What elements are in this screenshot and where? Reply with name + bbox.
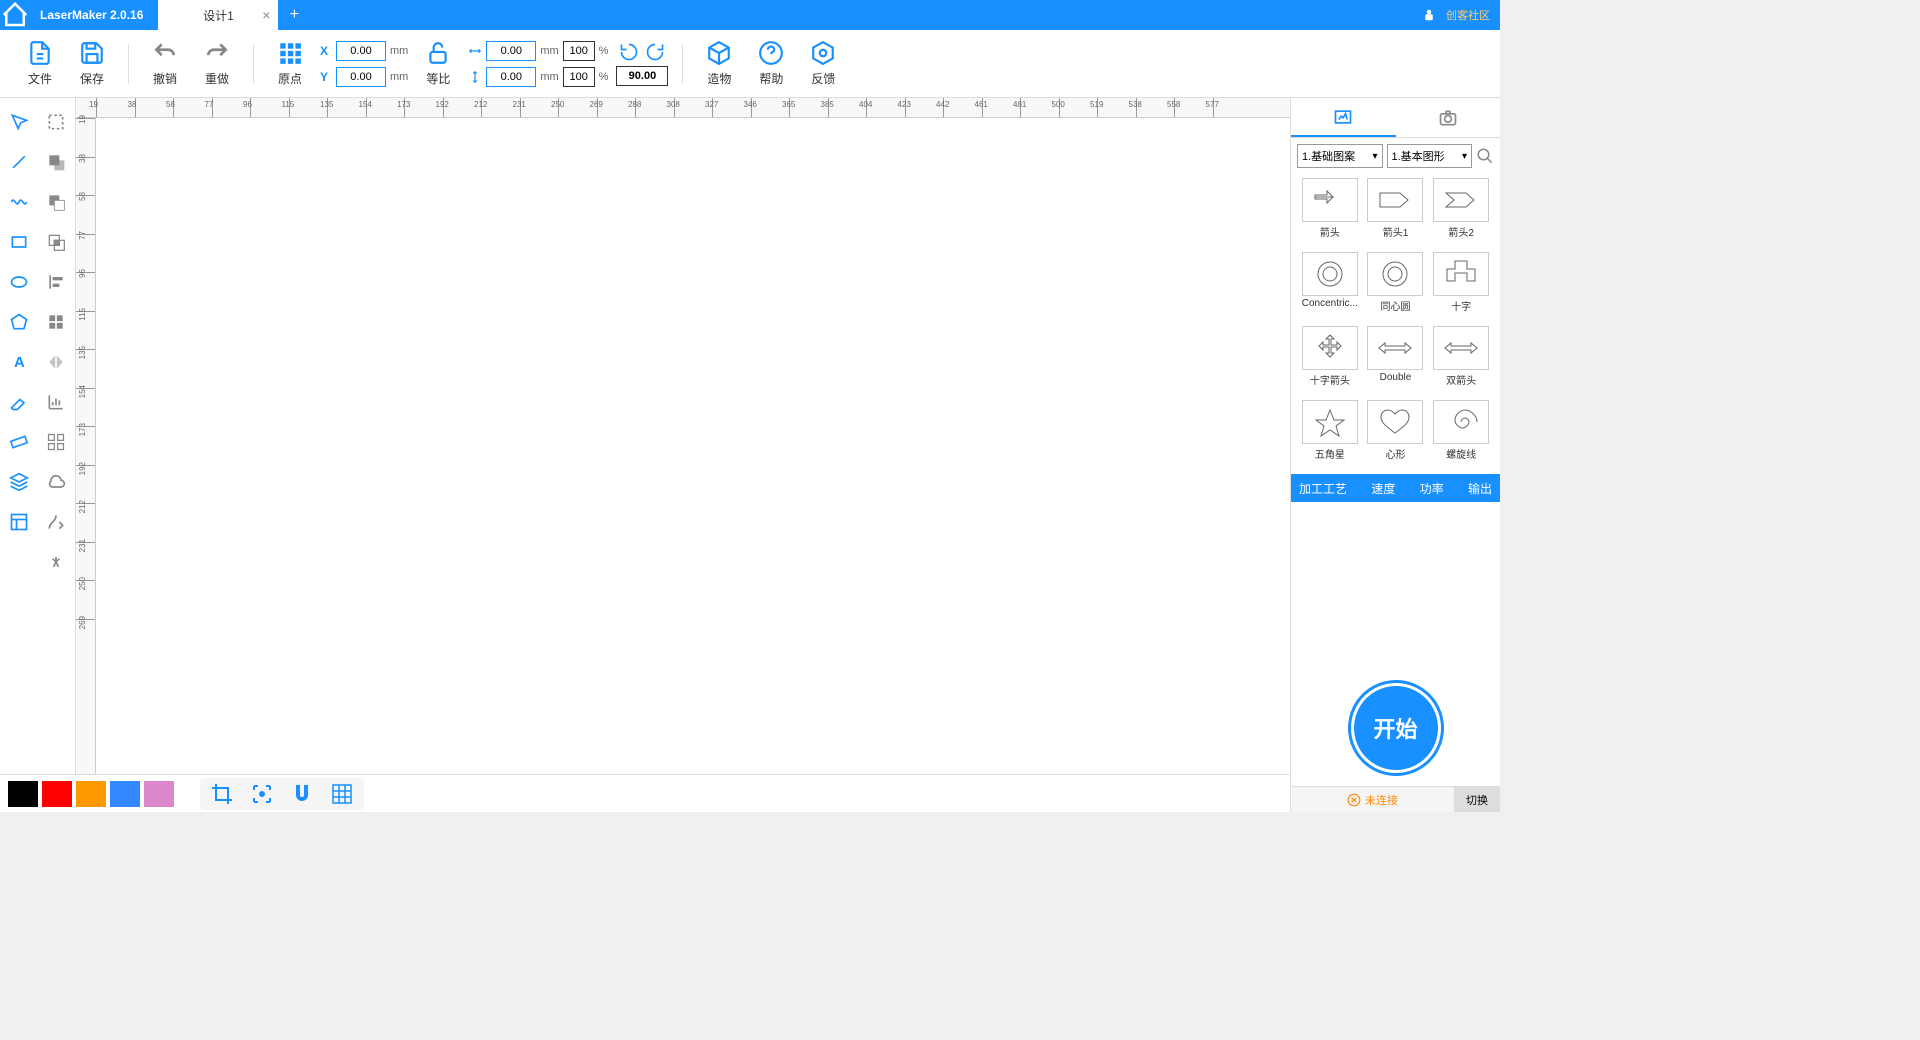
redo-button[interactable]: 重做 xyxy=(195,40,239,87)
layers-tool[interactable] xyxy=(0,462,38,502)
ellipse-tool[interactable] xyxy=(0,262,38,302)
help-button[interactable]: 帮助 xyxy=(749,40,793,87)
color-swatch[interactable] xyxy=(110,781,140,807)
line-tool[interactable] xyxy=(0,142,38,182)
grid-tool[interactable] xyxy=(38,302,76,342)
magnet-tool[interactable] xyxy=(290,782,314,806)
wp-input[interactable] xyxy=(563,41,595,61)
search-icon[interactable] xyxy=(1476,147,1494,165)
color-swatch[interactable] xyxy=(144,781,174,807)
intersect-tool[interactable] xyxy=(38,222,76,262)
shape-五角星[interactable]: 五角星 xyxy=(1299,400,1361,470)
array-tool[interactable] xyxy=(38,422,76,462)
curve-tool[interactable] xyxy=(0,182,38,222)
color-swatch[interactable] xyxy=(42,781,72,807)
shape-同心圆[interactable]: 同心圆 xyxy=(1365,252,1427,322)
shape-箭头2[interactable]: 箭头2 xyxy=(1430,178,1492,248)
layout-tool[interactable] xyxy=(0,502,38,542)
x-input[interactable] xyxy=(336,41,386,61)
close-icon[interactable]: × xyxy=(262,7,270,23)
ratio-button[interactable]: 等比 xyxy=(416,40,460,87)
feedback-button[interactable]: 反馈 xyxy=(801,40,845,87)
rect-tool[interactable] xyxy=(0,222,38,262)
bottom-bar xyxy=(0,774,1290,812)
file-button[interactable]: 文件 xyxy=(18,40,62,87)
rotate-cw-icon[interactable] xyxy=(645,42,665,62)
shape-螺旋线[interactable]: 螺旋线 xyxy=(1430,400,1492,470)
process-area: 开始 未连接 切换 xyxy=(1291,502,1500,812)
ruler-vertical: 1938587796115135154173192212231250269 xyxy=(76,118,96,812)
shape-箭头[interactable]: 箭头 xyxy=(1299,178,1361,248)
shape-心形[interactable]: 心形 xyxy=(1365,400,1427,470)
tab-label: 设计1 xyxy=(203,7,234,24)
shapes-tab[interactable] xyxy=(1291,98,1396,137)
text-tool[interactable]: A xyxy=(0,342,38,382)
connection-status: 未连接 xyxy=(1291,792,1454,808)
w-input[interactable] xyxy=(486,41,536,61)
grid-toggle[interactable] xyxy=(330,782,354,806)
rotate-ccw-icon[interactable] xyxy=(619,42,639,62)
shape-箭头1[interactable]: 箭头1 xyxy=(1365,178,1427,248)
angle-input[interactable] xyxy=(616,66,668,86)
title-right: 创客社区 xyxy=(1420,6,1500,24)
svg-text:A: A xyxy=(14,354,25,371)
camera-tab[interactable] xyxy=(1396,98,1501,137)
color-swatch[interactable] xyxy=(8,781,38,807)
app-name: LaserMaker 2.0.16 xyxy=(30,8,153,22)
switch-button[interactable]: 切换 xyxy=(1454,787,1500,812)
align-left-tool[interactable] xyxy=(38,262,76,302)
process-header: 加工工艺 速度 功率 输出 xyxy=(1291,474,1500,502)
ruler-tool[interactable] xyxy=(0,422,38,462)
canvas-area: mm 1938587796115135154173192212231250269… xyxy=(76,98,1290,812)
wh-coords: mm % mm % xyxy=(468,41,608,87)
color-swatch[interactable] xyxy=(76,781,106,807)
robot-icon xyxy=(1420,6,1438,24)
main-toolbar: 文件 保存 撤销 重做 原点 Xmm Ymm 等比 xyxy=(0,30,1500,98)
create-button[interactable]: 造物 xyxy=(697,40,741,87)
xy-coords: Xmm Ymm xyxy=(320,41,408,87)
crop-tool[interactable] xyxy=(210,782,234,806)
start-button[interactable]: 开始 xyxy=(1348,680,1444,776)
focus-tool[interactable] xyxy=(250,782,274,806)
category-select-1[interactable]: 1.基础图案 xyxy=(1297,144,1383,168)
shape-Concentric...[interactable]: Concentric... xyxy=(1299,252,1361,322)
height-icon xyxy=(468,70,482,84)
h-input[interactable] xyxy=(486,67,536,87)
shape-十字[interactable]: 十字 xyxy=(1430,252,1492,322)
cloud-tool[interactable] xyxy=(38,462,76,502)
right-panel: 1.基础图案 1.基本图形 箭头箭头1箭头2 Concentric...同心圆十字… xyxy=(1290,98,1500,812)
title-bar: LaserMaker 2.0.16 设计1 × + 创客社区 xyxy=(0,0,1500,30)
left-toolbar: A xyxy=(0,98,76,812)
width-icon xyxy=(468,44,482,58)
shapes-grid: 箭头箭头1箭头2 Concentric...同心圆十字十字箭头Double双箭头五… xyxy=(1291,174,1500,474)
save-button[interactable]: 保存 xyxy=(70,40,114,87)
mirror-tool[interactable] xyxy=(38,342,76,382)
y-input[interactable] xyxy=(336,67,386,87)
laser-tool[interactable] xyxy=(38,542,76,582)
canvas[interactable] xyxy=(96,118,1290,812)
chart-tool[interactable] xyxy=(38,382,76,422)
marquee-tool[interactable] xyxy=(38,102,76,142)
subtract-tool[interactable] xyxy=(38,182,76,222)
shape-Double[interactable]: Double xyxy=(1365,326,1427,396)
shape-十字箭头[interactable]: 十字箭头 xyxy=(1299,326,1361,396)
home-icon[interactable] xyxy=(0,0,30,30)
new-tab-button[interactable]: + xyxy=(282,6,306,24)
category-select-2[interactable]: 1.基本图形 xyxy=(1387,144,1473,168)
hp-input[interactable] xyxy=(563,67,595,87)
shape-双箭头[interactable]: 双箭头 xyxy=(1430,326,1492,396)
origin-button[interactable]: 原点 xyxy=(268,40,312,87)
tab-design1[interactable]: 设计1 × xyxy=(158,0,278,30)
eraser-tool[interactable] xyxy=(0,382,38,422)
community-link[interactable]: 创客社区 xyxy=(1446,7,1490,23)
union-tool[interactable] xyxy=(38,142,76,182)
path-tool[interactable] xyxy=(38,502,76,542)
ruler-horizontal: 1938587796115135154173192212231250269288… xyxy=(76,98,1290,118)
select-tool[interactable] xyxy=(0,102,38,142)
polygon-tool[interactable] xyxy=(0,302,38,342)
undo-button[interactable]: 撤销 xyxy=(143,40,187,87)
